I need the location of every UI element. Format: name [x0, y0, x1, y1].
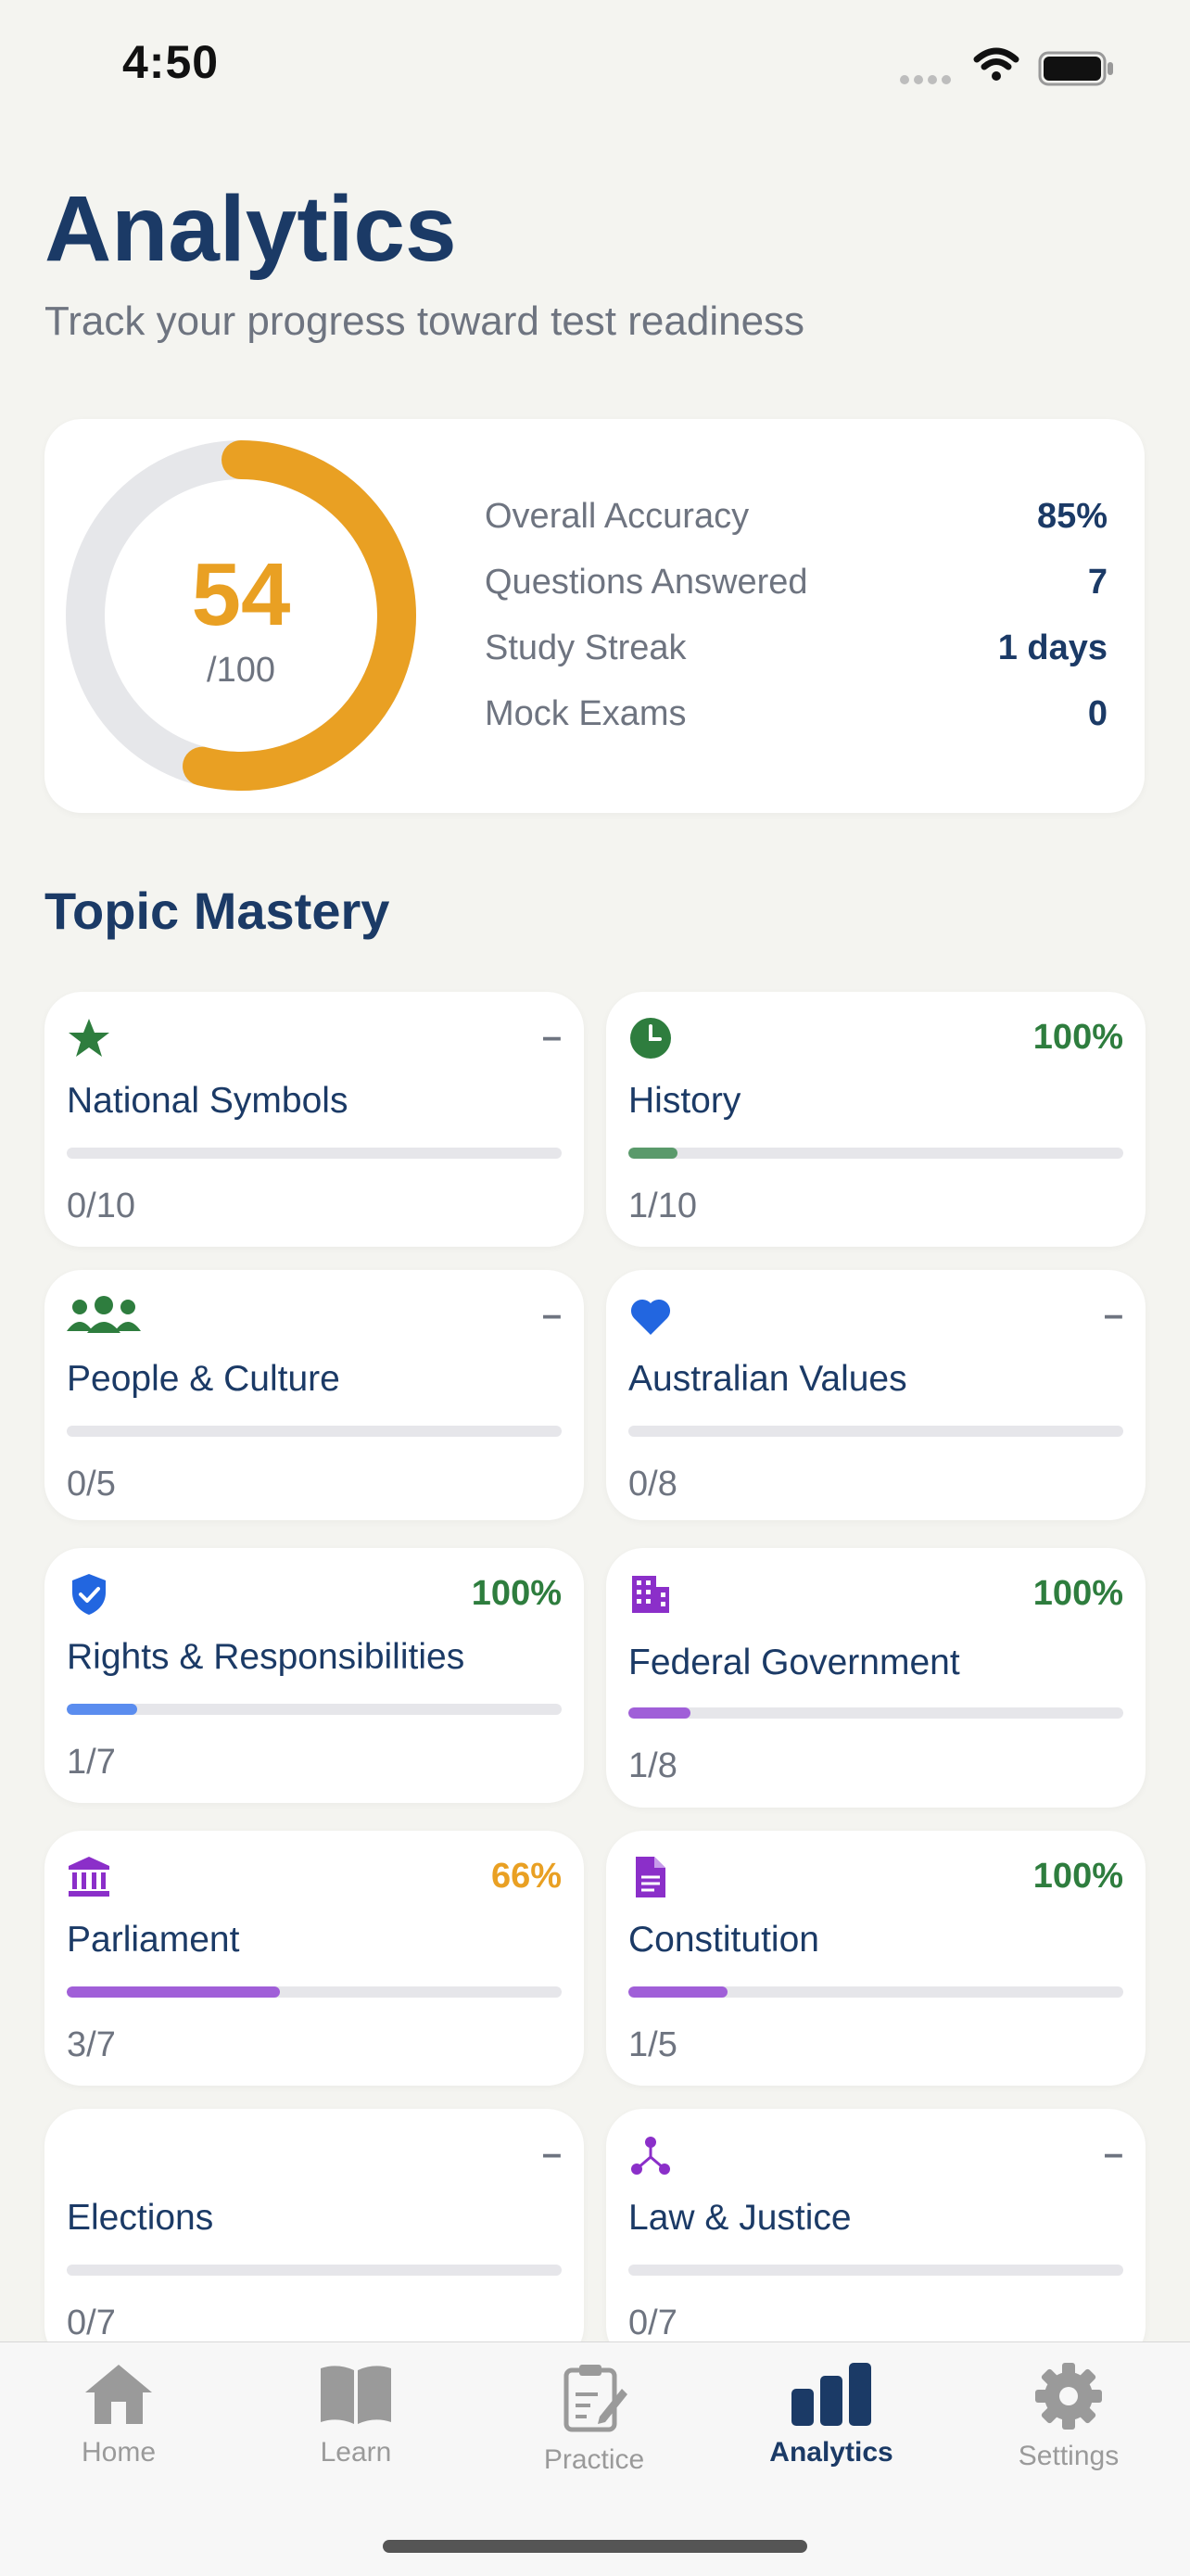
tab-label: Settings — [1018, 2441, 1120, 2471]
stat-label: Mock Exams — [485, 694, 687, 733]
stat-row-study-streak: Study Streak 1 days — [485, 628, 1108, 684]
topic-progress-bar — [67, 1426, 562, 1437]
topic-count: 1/8 — [628, 1746, 677, 1785]
topic-name: Federal Government — [628, 1643, 960, 1682]
topic-card-rights-responsibilities[interactable]: 100% Rights & Responsibilities 1/7 — [44, 1548, 584, 1803]
topic-card-national-symbols[interactable]: – National Symbols 0/10 — [44, 992, 584, 1247]
status-time: 4:50 — [122, 36, 220, 88]
topic-card-people-culture[interactable]: – People & Culture 0/5 — [44, 1270, 584, 1520]
stat-label: Study Streak — [485, 628, 687, 667]
network-icon — [631, 2137, 670, 2175]
topic-count: 1/7 — [67, 1743, 116, 1782]
topic-card-law-justice[interactable]: – Law & Justice 0/7 — [606, 2109, 1146, 2364]
battery-icon — [1038, 51, 1113, 86]
page-subtitle: Track your progress toward test readines… — [44, 298, 805, 344]
topic-card-australian-values[interactable]: – Australian Values 0/8 — [606, 1270, 1146, 1520]
clock-icon — [630, 1018, 671, 1059]
topic-name: People & Culture — [67, 1359, 340, 1399]
topic-name: Australian Values — [628, 1359, 907, 1399]
tab-settings[interactable]: Settings — [967, 2361, 1171, 2500]
topic-progress-bar — [628, 1707, 1123, 1719]
topic-card-elections[interactable]: – Elections 0/7 — [44, 2109, 584, 2364]
topic-count: 1/10 — [628, 1186, 697, 1225]
tab-label: Analytics — [769, 2437, 893, 2468]
stat-value: 85% — [1036, 497, 1108, 536]
tab-home[interactable]: Home — [17, 2361, 221, 2500]
topic-count: 0/5 — [67, 1465, 116, 1504]
topic-progress-bar — [67, 2265, 562, 2276]
star-icon — [69, 1019, 109, 1057]
readiness-summary-card: 54 /100 Overall Accuracy 85% Questions A… — [44, 419, 1145, 813]
topic-name: Rights & Responsibilities — [67, 1637, 465, 1677]
topic-progress-bar — [628, 2265, 1123, 2276]
topic-count: 0/7 — [628, 2303, 677, 2342]
tab-label: Home — [81, 2437, 157, 2468]
tab-practice[interactable]: Practice — [492, 2361, 696, 2500]
topic-percent: 100% — [1032, 1574, 1123, 1613]
topic-percent: – — [541, 1296, 562, 1335]
topic-progress-bar — [628, 1148, 1123, 1159]
topic-percent: 100% — [1032, 1857, 1123, 1896]
tab-learn[interactable]: Learn — [254, 2361, 458, 2500]
topic-percent: – — [541, 2135, 562, 2174]
topic-progress-bar — [628, 1426, 1123, 1437]
tab-analytics[interactable]: Analytics — [729, 2361, 933, 2500]
shield-check-icon — [72, 1574, 106, 1615]
topic-count: 0/10 — [67, 1186, 135, 1225]
topic-progress-bar — [67, 1148, 562, 1159]
topic-progress-bar — [628, 1986, 1123, 1998]
stat-value: 1 days — [997, 628, 1108, 667]
topic-name: Parliament — [67, 1920, 240, 1960]
topic-card-parliament[interactable]: 66% Parliament 3/7 — [44, 1831, 584, 2086]
topic-percent: 66% — [490, 1857, 562, 1896]
topic-name: Elections — [67, 2198, 214, 2238]
readiness-score-value: 54 — [191, 545, 291, 644]
stat-value: 7 — [1087, 563, 1108, 602]
wifi-icon — [973, 47, 1019, 81]
topic-card-history[interactable]: 100% History 1/10 — [606, 992, 1146, 1247]
topic-progress-bar — [67, 1704, 562, 1715]
topic-name: Law & Justice — [628, 2198, 852, 2238]
parliament-icon — [69, 1857, 109, 1897]
cellular-signal-icon — [900, 75, 951, 84]
topic-card-federal-government[interactable]: 100% Federal Government 1/8 — [606, 1548, 1146, 1808]
topic-count: 3/7 — [67, 2025, 116, 2064]
page-title: Analytics — [44, 177, 457, 281]
topic-percent: – — [541, 1018, 562, 1057]
readiness-score-max: /100 — [207, 651, 275, 690]
heart-icon — [630, 1299, 671, 1335]
topic-name: History — [628, 1081, 741, 1121]
stat-value: 0 — [1087, 694, 1108, 733]
topic-name: Constitution — [628, 1920, 819, 1960]
status-bar: 4:50 — [0, 0, 1190, 139]
topic-percent: 100% — [471, 1574, 562, 1613]
home-indicator — [383, 2540, 807, 2553]
people-icon — [67, 1296, 141, 1333]
tab-label: Learn — [320, 2437, 392, 2468]
topic-card-constitution[interactable]: 100% Constitution 1/5 — [606, 1831, 1146, 2086]
book-icon — [321, 2366, 391, 2424]
document-icon — [636, 1857, 665, 1897]
building-icon — [632, 1576, 669, 1613]
topic-progress-bar — [67, 1986, 562, 1998]
stat-row-mock-exams: Mock Exams 0 — [485, 694, 1108, 750]
topic-percent: 100% — [1032, 1018, 1123, 1057]
stat-label: Questions Answered — [485, 563, 808, 602]
topic-percent: – — [1103, 1296, 1123, 1335]
topic-name: National Symbols — [67, 1081, 348, 1121]
stat-row-questions-answered: Questions Answered 7 — [485, 563, 1108, 618]
topic-count: 0/8 — [628, 1465, 677, 1504]
home-icon — [85, 2365, 152, 2424]
topic-percent: – — [1103, 2135, 1123, 2174]
bar-chart-icon — [791, 2363, 871, 2426]
stat-row-overall-accuracy: Overall Accuracy 85% — [485, 497, 1108, 552]
stat-label: Overall Accuracy — [485, 497, 750, 536]
topic-count: 1/5 — [628, 2025, 677, 2064]
tab-label: Practice — [543, 2444, 645, 2475]
topic-count: 0/7 — [67, 2303, 116, 2342]
gear-icon — [1035, 2363, 1102, 2430]
topic-mastery-title: Topic Mastery — [44, 882, 390, 940]
clipboard-edit-icon — [563, 2365, 627, 2432]
